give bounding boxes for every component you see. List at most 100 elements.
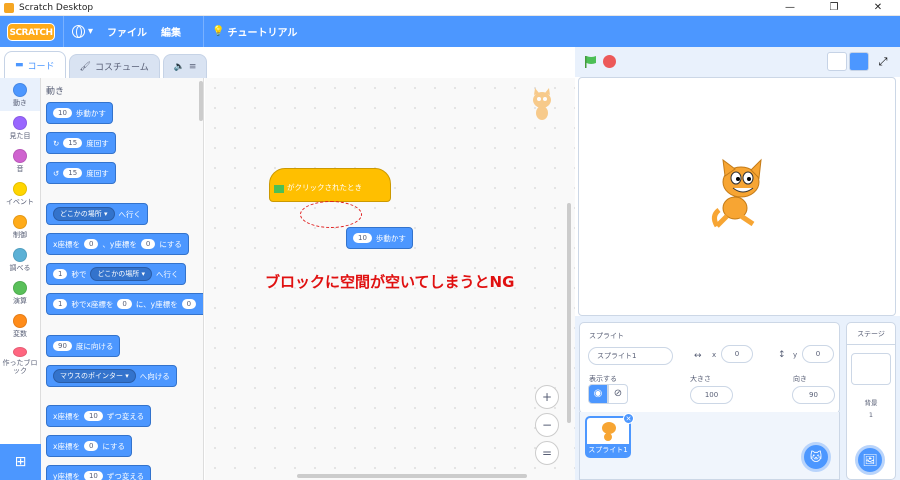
block-dropdown[interactable]: どこかの場所 ▾: [53, 207, 115, 221]
category-label: 音: [16, 165, 24, 173]
stage-canvas[interactable]: [578, 77, 896, 316]
block-dropdown[interactable]: マウスのポインター ▾: [53, 369, 136, 383]
block-text: ずつ変える: [106, 471, 145, 480]
tab-costumes[interactable]: 🖌 コスチューム: [68, 54, 160, 78]
block-change-y[interactable]: y座標を 10 ずつ変える: [46, 465, 152, 480]
block-input[interactable]: 10: [53, 108, 72, 118]
block-point-direction[interactable]: 90 度に向ける: [46, 335, 121, 357]
block-input[interactable]: 1: [53, 269, 68, 279]
add-backdrop-button[interactable]: 🖼: [855, 445, 885, 475]
block-input[interactable]: 0: [140, 239, 156, 249]
tab-code[interactable]: ▬ コード: [4, 51, 66, 78]
delete-sprite-button[interactable]: ✕: [623, 413, 634, 424]
block-text: 秒でx座標を: [71, 299, 114, 309]
block-input[interactable]: 90: [53, 341, 72, 351]
add-extension-button[interactable]: ⊞: [0, 444, 41, 480]
category-item[interactable]: 演算: [0, 276, 40, 309]
show-label: 表示する: [589, 375, 617, 383]
sprite-thumbnail[interactable]: スプライト1 ✕: [585, 413, 634, 458]
tutorials-label: チュートリアル: [227, 28, 298, 39]
block-dropdown[interactable]: どこかの場所 ▾: [90, 267, 153, 281]
scratch-logo[interactable]: SCRATCH: [7, 22, 55, 41]
normal-stage-button[interactable]: [849, 52, 869, 71]
category-label: 見た目: [9, 132, 31, 140]
category-color-dot: [13, 281, 27, 295]
category-item[interactable]: 音: [0, 144, 40, 177]
block-glide[interactable]: 1 秒で どこかの場所 ▾ へ行く: [46, 263, 186, 285]
small-stage-button[interactable]: [827, 52, 847, 71]
script-workspace[interactable]: がクリックされたとき 10 歩動かす ブロックに空間が空いてしまうとNG + −…: [205, 78, 575, 480]
block-input[interactable]: 10: [83, 471, 103, 480]
zoom-out-icon: −: [541, 418, 553, 432]
block-goto-xy[interactable]: x座標を 0 、y座標を 0 にする: [46, 233, 189, 255]
block-input[interactable]: 0: [181, 299, 197, 309]
edit-menu[interactable]: 編集: [161, 24, 181, 39]
block-set-x[interactable]: x座標を 0 にする: [46, 435, 132, 457]
size-input[interactable]: 100: [690, 386, 733, 404]
menu-bar: SCRATCH ▾ ファイル 編集 💡 チュートリアル: [0, 16, 900, 47]
block-input[interactable]: 0: [83, 239, 99, 249]
tutorials-menu[interactable]: 💡 チュートリアル: [212, 24, 297, 39]
workspace-move-block[interactable]: 10 歩動かす: [346, 227, 413, 249]
block-input[interactable]: 10: [83, 411, 103, 421]
block-input[interactable]: 15: [63, 168, 83, 178]
show-button[interactable]: ◉: [588, 384, 608, 404]
block-input[interactable]: 15: [63, 138, 83, 148]
close-button[interactable]: ✕: [856, 0, 900, 16]
category-item[interactable]: 調べる: [0, 243, 40, 276]
backdrop-count: 1: [868, 411, 874, 419]
block-goto[interactable]: どこかの場所 ▾ へ行く: [46, 203, 149, 225]
language-menu[interactable]: ▾: [72, 25, 93, 38]
block-change-x[interactable]: x座標を 10 ずつ変える: [46, 405, 152, 427]
category-item[interactable]: イベント: [0, 177, 40, 210]
sprite-name-input[interactable]: スプライト1: [588, 347, 673, 365]
stop-button[interactable]: [603, 55, 616, 68]
green-flag-button[interactable]: [584, 55, 598, 69]
block-turn-right[interactable]: ↻ 15 度回す: [46, 132, 116, 154]
category-item[interactable]: 変数: [0, 309, 40, 342]
y-input[interactable]: 0: [802, 345, 834, 363]
zoom-out-button[interactable]: −: [535, 413, 559, 437]
rotate-left-icon: ↺: [53, 168, 60, 178]
block-glide-xy[interactable]: 1 秒でx座標を 0 に、y座標を 0: [46, 293, 203, 315]
zoom-reset-button[interactable]: =: [535, 441, 559, 465]
category-item[interactable]: 作ったブロック: [0, 342, 40, 375]
when-flag-clicked-block[interactable]: がクリックされたとき: [269, 168, 391, 202]
category-item[interactable]: 制御: [0, 210, 40, 243]
gap-highlight-ellipse: [300, 201, 362, 228]
sprite-info-panel: スプライト スプライト1 ↔ x 0 ↕ y 0 表示する ◉ ⊘ 大きさ 10…: [579, 322, 840, 414]
block-point-towards[interactable]: マウスのポインター ▾ へ向ける: [46, 365, 177, 387]
category-item[interactable]: 動き: [0, 78, 40, 111]
zoom-in-button[interactable]: +: [535, 385, 559, 409]
block-text: がクリックされたとき: [287, 183, 362, 192]
workspace-vscrollbar[interactable]: [567, 203, 571, 423]
stage-selector[interactable]: ステージ 背景 1 🖼: [846, 322, 896, 480]
workspace-hscrollbar[interactable]: [297, 474, 527, 478]
code-icon: ▬: [15, 60, 24, 70]
x-input[interactable]: 0: [721, 345, 753, 363]
block-input[interactable]: 0: [83, 441, 99, 451]
palette-scrollbar[interactable]: [199, 81, 203, 121]
app-icon: [4, 2, 14, 13]
category-label: 演算: [13, 297, 27, 305]
block-text: y座標を: [53, 471, 80, 480]
category-item[interactable]: 見た目: [0, 111, 40, 144]
block-move-steps[interactable]: 10 歩動かす: [46, 102, 113, 124]
sprite-cat[interactable]: [703, 158, 777, 232]
add-sprite-button[interactable]: 🐱: [801, 442, 831, 472]
globe-icon: [72, 25, 85, 38]
maximize-button[interactable]: ❐: [812, 0, 856, 16]
block-input[interactable]: 1: [53, 299, 68, 309]
block-text: 歩動かす: [75, 108, 106, 118]
minimize-button[interactable]: —: [768, 0, 812, 16]
fullscreen-button[interactable]: ⤢: [873, 52, 893, 71]
direction-input[interactable]: 90: [792, 386, 835, 404]
stage-thumbnail[interactable]: [851, 353, 891, 385]
tab-sounds[interactable]: 🔈 ≡: [162, 54, 208, 78]
block-turn-left[interactable]: ↺ 15 度回す: [46, 162, 116, 184]
file-menu[interactable]: ファイル: [107, 24, 147, 39]
block-input[interactable]: 0: [117, 299, 132, 309]
backdrop-label: 背景: [864, 399, 878, 407]
block-input[interactable]: 10: [353, 233, 372, 243]
hide-button[interactable]: ⊘: [608, 384, 628, 404]
